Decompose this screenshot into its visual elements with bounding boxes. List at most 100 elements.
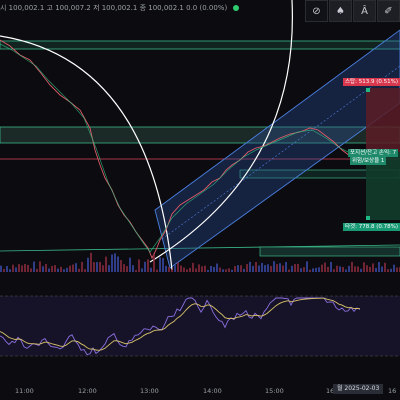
volume-bar — [78, 268, 80, 272]
volume-bar — [231, 269, 233, 272]
volume-bar — [363, 262, 365, 272]
volume-bar — [165, 265, 167, 272]
volume-bar — [213, 266, 215, 272]
volume-bar — [63, 269, 65, 272]
volume-bar — [345, 269, 347, 272]
volume-bar — [51, 265, 53, 272]
volume-bar — [396, 267, 398, 272]
volume-bar — [300, 268, 302, 272]
volume-bar — [357, 266, 359, 272]
volume-bar — [252, 265, 254, 272]
volume-bar — [285, 262, 287, 272]
volume-bar — [282, 265, 284, 272]
volume-bar — [126, 266, 128, 272]
volume-bar — [135, 269, 137, 272]
volume-bar — [60, 266, 62, 272]
volume-bar — [273, 261, 275, 272]
ohlc-open: 시 100,002.1 — [0, 4, 45, 12]
volume-bar — [87, 257, 89, 272]
volume-bar — [84, 269, 86, 272]
volume-bar — [279, 263, 281, 272]
arc-drawing[interactable] — [0, 35, 173, 271]
zone-bottom[interactable] — [259, 246, 400, 257]
toolbar-button-3[interactable]: Â — [353, 0, 376, 22]
volume-bar — [9, 269, 11, 272]
text-icon: Â — [361, 5, 368, 17]
stop-box[interactable] — [366, 88, 400, 152]
volume-bar — [81, 261, 83, 272]
ohlc-legend: 시 100,002.1 고 100,007.2 저 100,002.1 종 10… — [0, 3, 242, 13]
volume-bar — [117, 256, 119, 272]
volume-bar — [264, 265, 266, 272]
volume-bar — [132, 265, 134, 272]
volume-bar — [48, 268, 50, 272]
volume-bar — [27, 264, 29, 272]
volume-bar — [369, 266, 371, 272]
volume-bar — [378, 262, 380, 272]
volume-bar — [120, 260, 122, 272]
time-label: 14:00 — [203, 387, 222, 395]
time-label: 12:00 — [78, 387, 97, 395]
volume-bar — [288, 269, 290, 272]
price-chart[interactable] — [0, 0, 400, 400]
volume-bar — [168, 266, 170, 272]
time-label: 16 — [388, 387, 397, 395]
volume-bar — [6, 266, 8, 272]
volume-bar — [324, 262, 326, 272]
volume-bar — [72, 264, 74, 272]
volume-bar — [180, 265, 182, 272]
target-label[interactable]: 타겟: 778.8 (0.78%) 7 — [343, 223, 400, 231]
volume-bar — [0, 265, 2, 272]
volume-bar — [189, 267, 191, 272]
volume-bar — [390, 268, 392, 272]
time-label: 13:00 — [140, 387, 159, 395]
volume-bar — [375, 267, 377, 272]
volume-bar — [327, 266, 329, 272]
volume-bar — [333, 269, 335, 272]
stop-label[interactable]: 스탑: 513.9 (0.51%) 5 — [343, 78, 400, 86]
toolbar-button-1[interactable]: ⊘ — [305, 0, 328, 22]
volume-bar — [99, 261, 101, 272]
volume-bar — [3, 268, 5, 272]
volume-bar — [75, 263, 77, 272]
volume-bar — [114, 253, 116, 272]
volume-bar — [96, 262, 98, 272]
volume-bar — [387, 269, 389, 272]
volume-bar — [153, 253, 155, 272]
pnl-label[interactable]: 위험/보상율 1 — [350, 157, 387, 165]
date-cursor-label: 월 2025-02-03 — [333, 384, 384, 394]
volume-bar — [309, 269, 311, 272]
zone-top[interactable] — [0, 40, 400, 50]
volume-bar — [246, 264, 248, 272]
volume-bar — [141, 268, 143, 272]
volume-bar — [393, 264, 395, 272]
volume-bar — [69, 265, 71, 272]
ohlc-high: 고 100,007.2 — [46, 4, 91, 12]
volume-bar — [306, 261, 308, 272]
volume-bar — [237, 265, 239, 272]
volume-bar — [138, 259, 140, 272]
volume-bar — [204, 265, 206, 272]
volume-bar — [129, 257, 131, 272]
volume-bar — [339, 266, 341, 272]
volume-bar — [276, 264, 278, 272]
ohlc-close: 종 100,002.1 — [139, 4, 184, 12]
volume-bar — [261, 262, 263, 272]
volume-bar — [270, 266, 272, 272]
toolbar-button-4[interactable]: ✐ — [377, 0, 400, 22]
volume-bar — [111, 254, 113, 272]
volume-bar — [291, 265, 293, 272]
volume-bar — [90, 252, 92, 272]
volume-bar — [267, 264, 269, 272]
oscillator-panel[interactable] — [0, 296, 400, 356]
volume-bar — [303, 267, 305, 272]
volume-bar — [366, 265, 368, 272]
volume-bar — [54, 265, 56, 272]
toolbar-button-2[interactable]: ♠ — [329, 0, 352, 22]
pencil-icon: ✐ — [384, 5, 393, 17]
trading-chart-window: 시 100,002.1 고 100,007.2 저 100,002.1 종 10… — [0, 0, 400, 400]
volume-bar — [222, 269, 224, 272]
volume-bar — [243, 268, 245, 272]
entry-label[interactable]: 포지션/잔고 손익: 7 — [348, 149, 399, 157]
volume-bar — [45, 263, 47, 272]
